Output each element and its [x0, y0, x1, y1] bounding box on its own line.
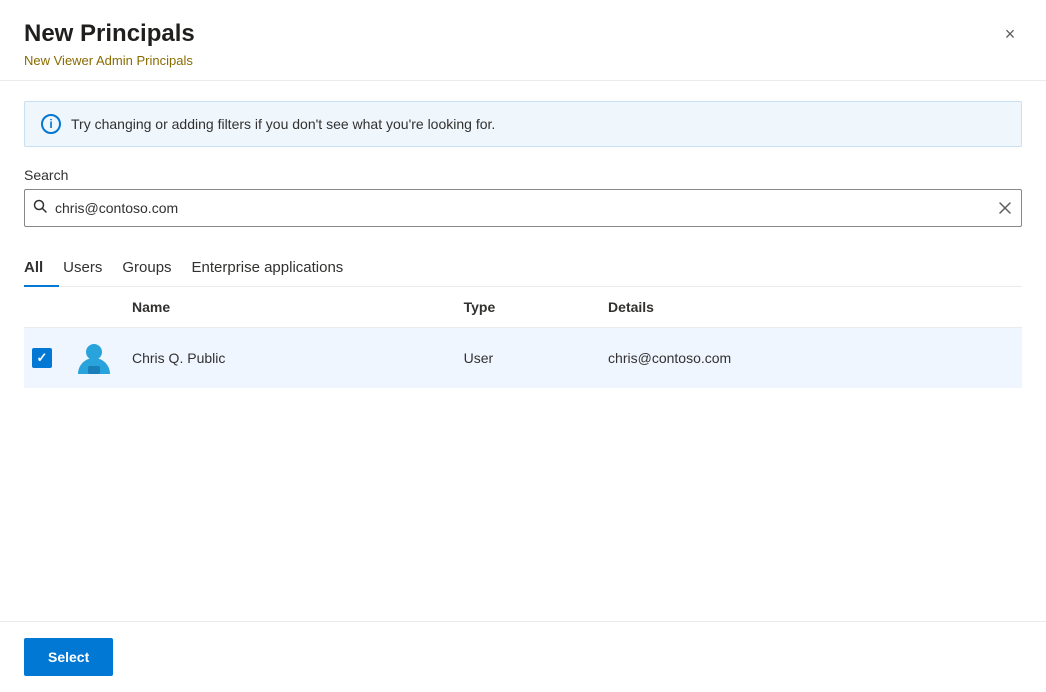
dialog-title: New Principals — [24, 20, 1022, 49]
results-table-area: Name Type Details ✓ — [24, 287, 1022, 621]
table-header-row: Name Type Details — [24, 287, 1022, 328]
col-type: Type — [456, 287, 600, 328]
dialog: New Principals New Viewer Admin Principa… — [0, 0, 1046, 692]
search-input[interactable] — [55, 200, 997, 216]
info-banner-text: Try changing or adding filters if you do… — [71, 116, 495, 132]
results-table: Name Type Details ✓ — [24, 287, 1022, 388]
tab-all[interactable]: All — [24, 251, 59, 286]
col-name: Name — [124, 287, 456, 328]
info-banner: i Try changing or adding filters if you … — [24, 101, 1022, 147]
table-row[interactable]: ✓ Chris Q. Pu — [24, 327, 1022, 388]
info-icon: i — [41, 114, 61, 134]
row-type: User — [456, 327, 600, 388]
tab-enterprise-applications[interactable]: Enterprise applications — [188, 251, 360, 286]
row-checkbox-selected[interactable]: ✓ — [32, 348, 52, 368]
row-avatar-cell — [64, 327, 124, 388]
col-avatar — [64, 287, 124, 328]
search-clear-button[interactable] — [997, 200, 1013, 216]
tab-bar: All Users Groups Enterprise applications — [24, 251, 1022, 287]
dialog-subtitle: New Viewer Admin Principals — [24, 53, 1022, 68]
search-label: Search — [24, 167, 1022, 183]
col-checkbox — [24, 287, 64, 328]
select-button[interactable]: Select — [24, 638, 113, 676]
row-details: chris@contoso.com — [600, 327, 1022, 388]
dialog-content: i Try changing or adding filters if you … — [0, 81, 1046, 621]
close-button[interactable]: × — [994, 18, 1026, 50]
dialog-header: New Principals New Viewer Admin Principa… — [0, 0, 1046, 81]
row-checkbox-cell[interactable]: ✓ — [24, 327, 64, 388]
dialog-footer: Select — [0, 621, 1046, 692]
tab-groups[interactable]: Groups — [118, 251, 187, 286]
tab-users[interactable]: Users — [59, 251, 118, 286]
col-details: Details — [600, 287, 1022, 328]
avatar — [72, 336, 116, 380]
row-name: Chris Q. Public — [124, 327, 456, 388]
search-icon — [33, 199, 47, 216]
checkmark-icon: ✓ — [37, 350, 48, 366]
search-wrapper — [24, 189, 1022, 227]
